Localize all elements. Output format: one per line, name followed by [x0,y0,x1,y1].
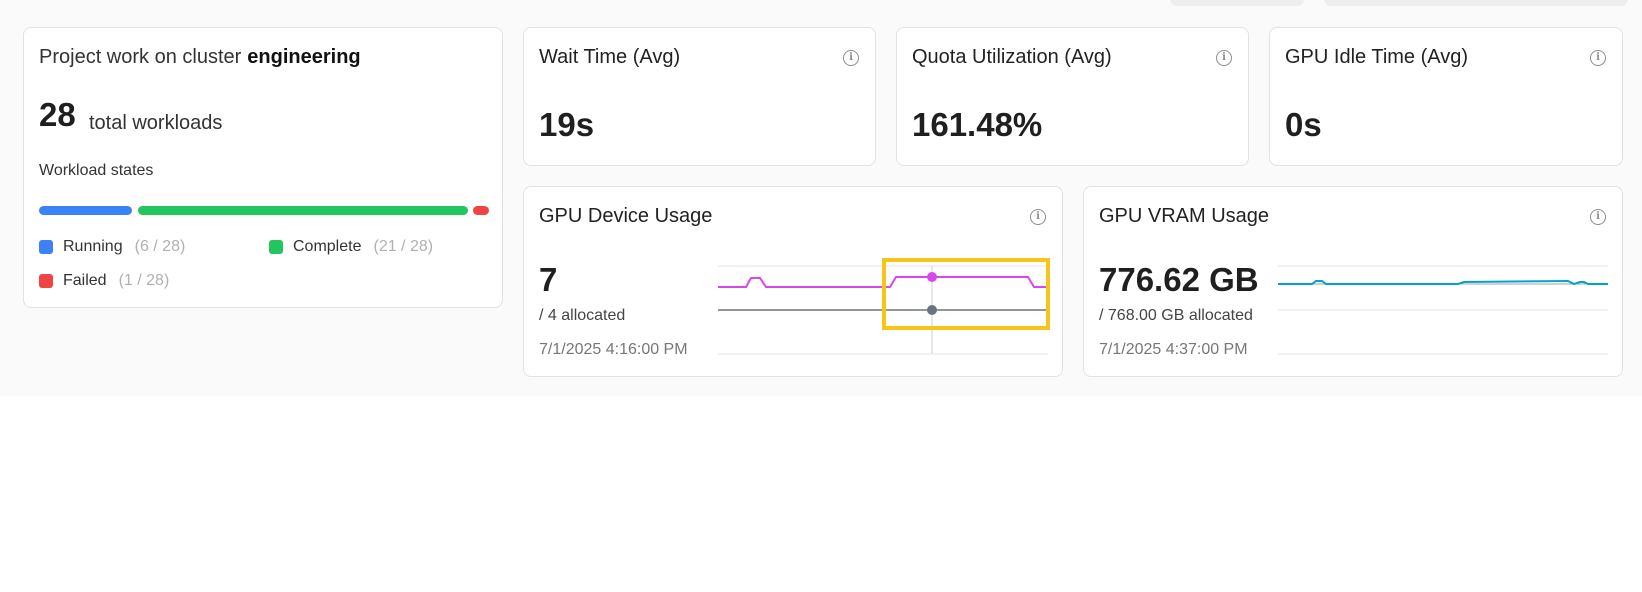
quota-utilization-title: Quota Utilization (Avg) [912,46,1112,68]
legend-complete-count: (21 / 28) [373,238,434,255]
gpu-device-usage-value: 7 [539,261,558,298]
gpu-vram-timestamp: 7/1/2025 4:37:00 PM [1099,341,1248,358]
gpu-device-sparkline[interactable] [718,258,1048,358]
usage-hover-point [927,272,937,282]
quota-utilization-value: 161.48% [912,106,1043,143]
gpu-idle-time-card: GPU Idle Time (Avg) i 0s [1269,27,1623,166]
failed-swatch [39,274,53,288]
gpu-vram-usage-value: 776.62 GB [1099,261,1259,298]
gpu-device-timestamp: 7/1/2025 4:16:00 PM [539,341,688,358]
legend-running-label: Running [63,238,123,255]
gpu-device-allocated: / 4 allocated [539,307,626,324]
project-card-title: Project work on cluster engineering [39,46,361,69]
total-workloads-label: total workloads [89,112,223,134]
project-workloads-card: Project work on cluster engineering 28 to… [23,27,503,308]
running-swatch [39,240,53,254]
legend-failed-label: Failed [63,272,107,289]
legend-failed-count: (1 / 28) [118,272,170,289]
wait-time-value: 19s [539,106,595,143]
failed-segment[interactable] [473,206,489,215]
legend-running: Running (6 / 28) [39,238,185,256]
legend-complete: Complete (21 / 28) [269,238,433,256]
toolbar-control[interactable] [1170,0,1304,6]
gpu-device-usage-title: GPU Device Usage [539,205,713,227]
gpu-vram-sparkline[interactable] [1278,258,1608,358]
legend-failed: Failed (1 / 28) [39,272,169,290]
cluster-name: engineering [247,46,361,68]
gpu-vram-usage-title: GPU VRAM Usage [1099,205,1270,227]
total-workloads-count: 28 [39,96,76,133]
wait-time-card: Wait Time (Avg) i 19s [523,27,876,166]
info-icon[interactable]: i [1590,50,1606,66]
project-title-prefix: Project work on cluster [39,46,242,68]
quota-utilization-card: Quota Utilization (Avg) i 161.48% [896,27,1249,166]
toolbar-control[interactable] [1324,0,1628,6]
gpu-vram-allocated: / 768.00 GB allocated [1099,307,1253,324]
info-icon[interactable]: i [843,50,859,66]
legend-running-count: (6 / 28) [134,238,186,255]
workload-states-label: Workload states [39,162,154,179]
info-icon[interactable]: i [1216,50,1232,66]
running-segment[interactable] [39,206,132,215]
complete-swatch [269,240,283,254]
info-icon[interactable]: i [1590,209,1606,225]
gpu-idle-time-value: 0s [1285,106,1322,143]
legend-complete-label: Complete [293,238,362,255]
gpu-idle-time-title: GPU Idle Time (Avg) [1285,46,1469,68]
wait-time-title: Wait Time (Avg) [539,46,681,68]
usage-line [718,276,1048,288]
complete-segment[interactable] [138,206,468,215]
allocated-hover-point [927,305,937,315]
info-icon[interactable]: i [1030,209,1046,225]
